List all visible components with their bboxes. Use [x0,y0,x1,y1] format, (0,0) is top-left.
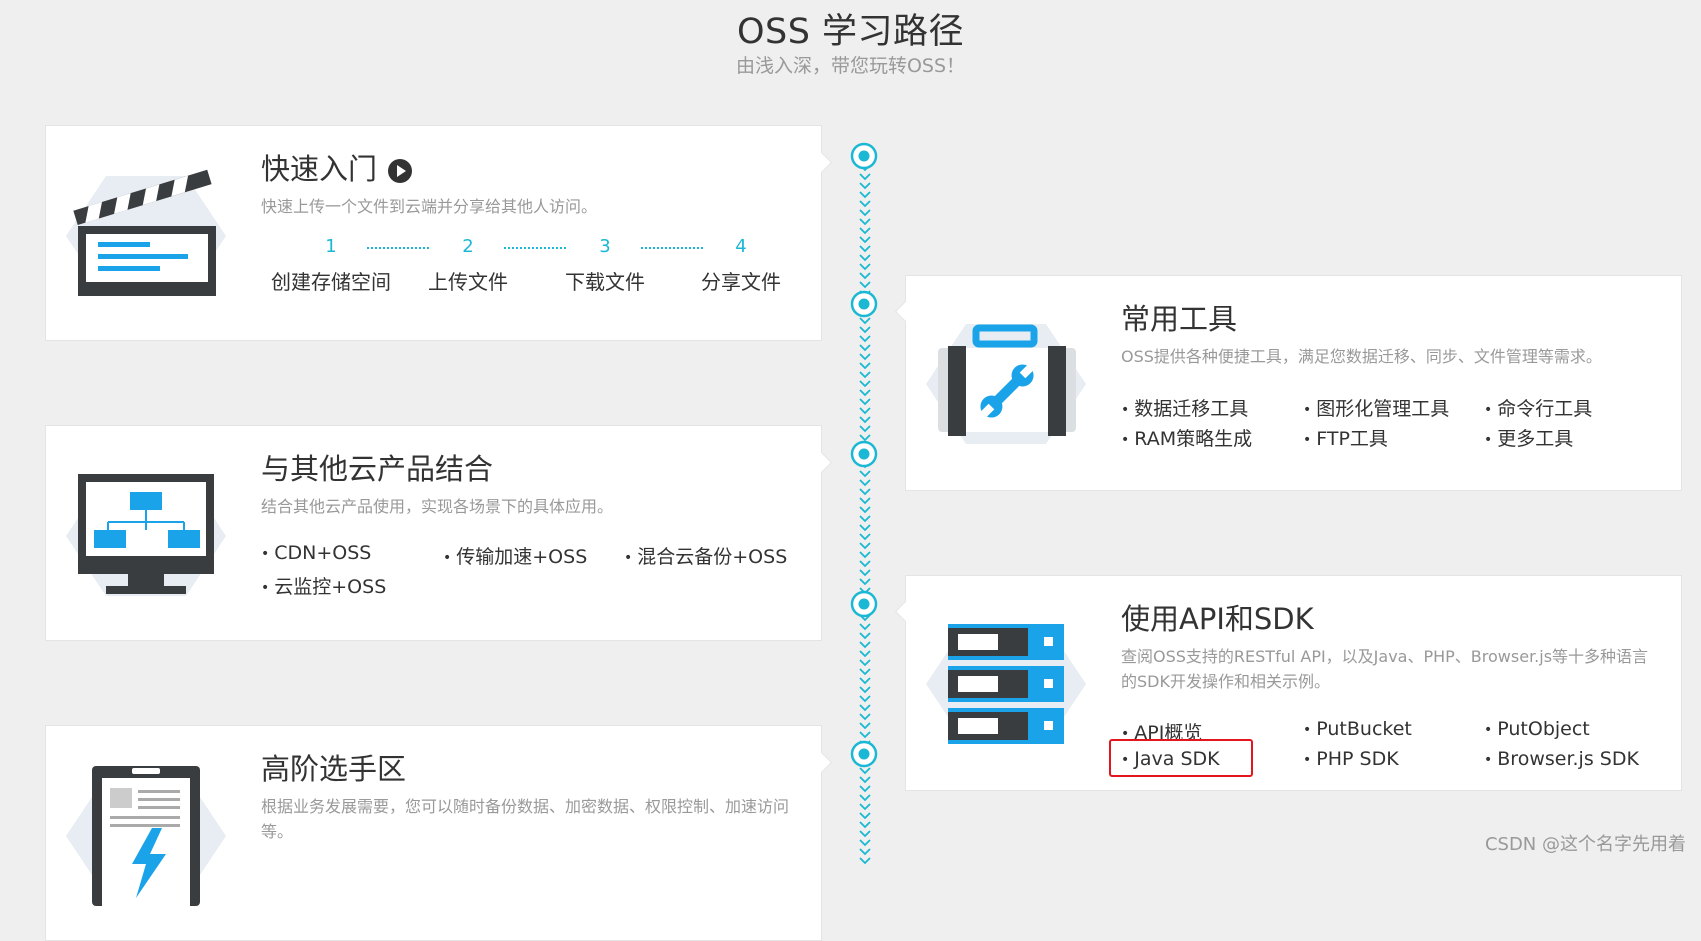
advanced-description: 根据业务发展需要，您可以随时备份数据、加密数据、权限控制、加速访问 等。 [261,794,821,844]
link-browserjs-sdk[interactable]: • Browser.js SDK [1484,748,1639,770]
timeline-node-integration [850,440,878,468]
link-putobject[interactable]: • PutObject [1484,718,1590,740]
clapperboard-icon [66,169,226,296]
quick-start-card[interactable]: 快速入门 快速上传一个文件到云端并分享给其他人访问。 1 创建存储空间 2 上传… [45,125,822,341]
toolbox-wrench-icon [926,324,1086,444]
integration-description: 结合其他云产品使用，实现各场景下的具体应用。 [261,497,614,516]
link-hybrid-backup-oss[interactable]: • 混合云备份+OSS [624,542,787,569]
step-label[interactable]: 创建存储空间 [261,266,401,295]
java-sdk-highlight-box [1109,739,1253,777]
integration-title[interactable]: 与其他云产品结合 [261,446,493,488]
advanced-description-line2: 等。 [261,822,294,841]
api-sdk-title[interactable]: 使用API和SDK [1121,596,1314,638]
step-4[interactable]: 4 分享文件 [671,236,811,295]
monitor-diagram-icon [66,474,226,596]
step-1[interactable]: 1 创建存储空间 [261,236,401,295]
step-label[interactable]: 上传文件 [398,266,538,295]
server-rack-icon [926,624,1086,744]
link-ram-policy-generator[interactable]: • RAM策略生成 [1121,424,1252,451]
page-header: OSS 学习路径 由浅入深，带您玩转OSS！ [0,0,1701,78]
link-transfer-acceleration-oss[interactable]: • 传输加速+OSS [443,542,587,569]
link-putbucket[interactable]: • PutBucket [1303,718,1412,740]
link-php-sdk[interactable]: • PHP SDK [1303,748,1399,770]
api-sdk-description-line1: 查阅OSS支持的RESTful API，以及Java、PHP、Browser.j… [1121,647,1649,666]
step-label[interactable]: 分享文件 [671,266,811,295]
link-cli-tool[interactable]: • 命令行工具 [1484,394,1592,421]
step-number: 4 [735,236,747,257]
quick-start-title[interactable]: 快速入门 [261,146,413,188]
timeline-node-quick-start [850,142,878,170]
step-2[interactable]: 2 上传文件 [398,236,538,295]
api-sdk-description-line2: 的SDK开发操作和相关示例。 [1121,672,1330,691]
api-sdk-card[interactable]: 使用API和SDK 查阅OSS支持的RESTful API，以及Java、PHP… [905,575,1682,791]
integration-card[interactable]: 与其他云产品结合 结合其他云产品使用，实现各场景下的具体应用。 • CDN+OSS… [45,425,822,641]
step-label[interactable]: 下载文件 [535,266,675,295]
quick-start-title-text[interactable]: 快速入门 [261,152,377,186]
common-tools-card[interactable]: 常用工具 OSS提供各种便捷工具，满足您数据迁移、同步、文件管理等需求。 • 数据… [905,275,1682,491]
link-cloudmonitor-oss[interactable]: • 云监控+OSS [261,572,386,599]
common-tools-title[interactable]: 常用工具 [1121,296,1237,338]
watermark: CSDN @这个名字先用着 [1484,834,1686,855]
advanced-card[interactable]: 高阶选手区 根据业务发展需要，您可以随时备份数据、加密数据、权限控制、加速访问 … [45,725,822,941]
timeline-node-api-sdk [850,590,878,618]
document-lightning-icon [66,766,226,906]
link-ftp-tool[interactable]: • FTP工具 [1303,424,1388,451]
link-graphic-manager-tool[interactable]: • 图形化管理工具 [1303,394,1449,421]
quick-start-description: 快速上传一个文件到云端并分享给其他人访问。 [261,197,598,216]
common-tools-description: OSS提供各种便捷工具，满足您数据迁移、同步、文件管理等需求。 [1121,347,1602,366]
link-data-migration-tool[interactable]: • 数据迁移工具 [1121,394,1248,421]
quick-start-steps: 1 创建存储空间 2 上传文件 3 下载文件 4 分享文件 [261,236,821,306]
advanced-description-line1: 根据业务发展需要，您可以随时备份数据、加密数据、权限控制、加速访问 [261,797,790,816]
advanced-title[interactable]: 高阶选手区 [261,746,406,788]
timeline-node-common-tools [850,290,878,318]
link-cdn-oss[interactable]: • CDN+OSS [261,542,371,564]
play-icon[interactable] [387,158,413,184]
api-sdk-description: 查阅OSS支持的RESTful API，以及Java、PHP、Browser.j… [1121,644,1661,694]
link-more-tools[interactable]: • 更多工具 [1484,424,1573,451]
timeline-node-advanced [850,740,878,768]
page-title: OSS 学习路径 [736,12,965,52]
step-3[interactable]: 3 下载文件 [535,236,675,295]
page-subtitle: 由浅入深，带您玩转OSS！ [735,55,966,77]
